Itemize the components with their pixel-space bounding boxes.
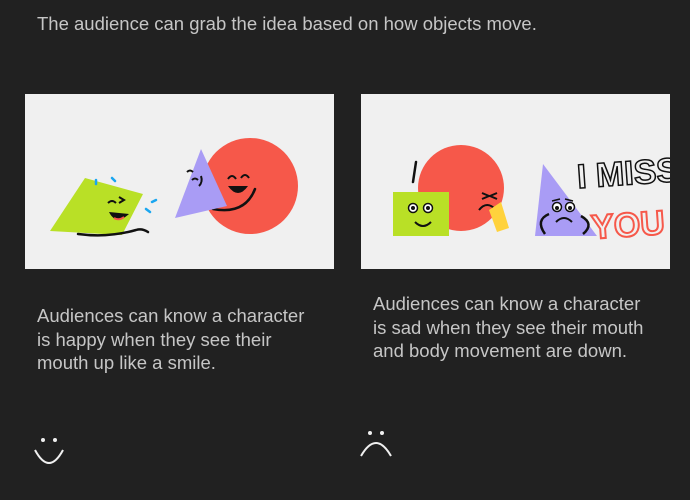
- smile-icon: [34, 438, 64, 464]
- happy-characters-illustration: [25, 94, 334, 269]
- happy-caption: Audiences can know a character is happy …: [37, 305, 305, 373]
- sad-square-character: [393, 192, 449, 236]
- intro-text: The audience can grab the idea based on …: [37, 13, 537, 34]
- svg-text:YOU: YOU: [590, 204, 666, 247]
- frown-icon: [360, 431, 392, 457]
- happy-square-character: [50, 176, 158, 237]
- sad-characters-illustration: I MISS YOU: [361, 94, 670, 269]
- svg-text:I MISS: I MISS: [576, 151, 670, 196]
- sad-caption: Audiences can know a character is sad wh…: [373, 293, 644, 361]
